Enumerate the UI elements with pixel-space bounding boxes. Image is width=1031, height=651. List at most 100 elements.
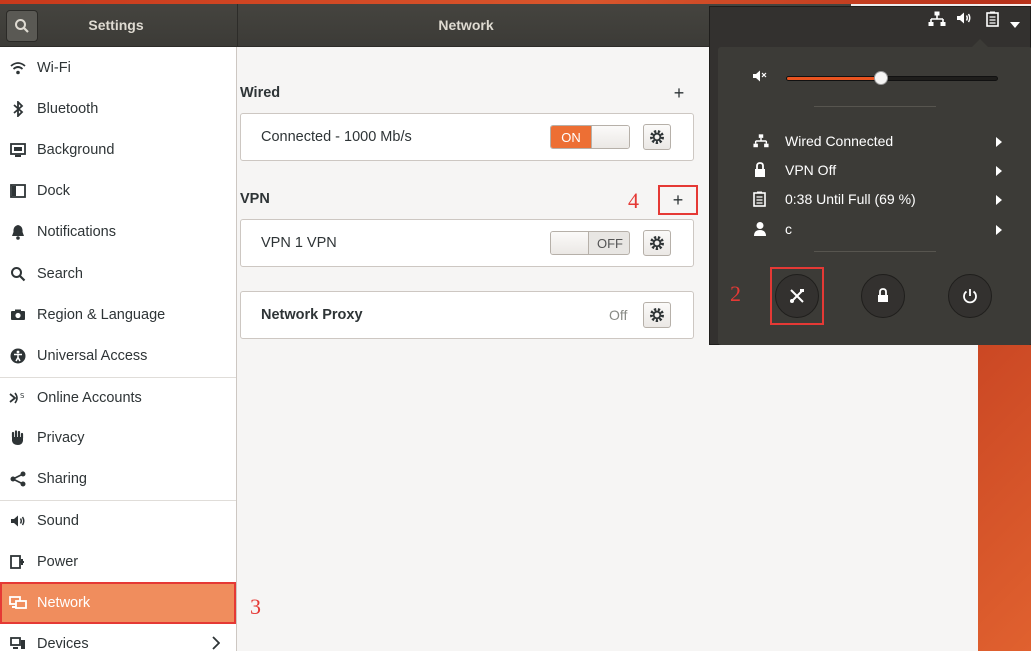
- sidebar-item-network[interactable]: Network: [0, 582, 236, 624]
- sidebar-item-sharing[interactable]: Sharing: [0, 459, 236, 500]
- chevron-right-icon: [212, 635, 221, 651]
- vpn-name-label: VPN 1 VPN: [261, 235, 337, 251]
- plus-icon: +: [673, 82, 685, 103]
- sidebar-item-notifications[interactable]: Notifications: [0, 212, 236, 253]
- wired-settings-button[interactable]: [643, 124, 671, 150]
- sidebar-item-label: Network: [37, 595, 91, 612]
- sidebar-item-background[interactable]: Background: [0, 129, 236, 170]
- battery-tray-icon[interactable]: [986, 11, 1000, 30]
- chevron-right-icon: [996, 192, 1002, 208]
- proxy-settings-button[interactable]: [643, 302, 671, 328]
- search-button[interactable]: [6, 10, 38, 42]
- wired-connection-row: Connected - 1000 Mb/s ON: [240, 113, 694, 161]
- settings-button[interactable]: [775, 274, 819, 318]
- gear-icon: [650, 236, 664, 250]
- vpn-section-title: VPN: [240, 191, 270, 207]
- share-icon: [9, 470, 27, 488]
- search-icon: [9, 265, 27, 283]
- hand-icon: [9, 429, 27, 447]
- user-icon: [753, 221, 767, 240]
- menu-item-label: 0:38 Until Full (69 %): [785, 191, 916, 207]
- wired-section-title: Wired: [240, 85, 281, 101]
- wired-toggle[interactable]: ON: [550, 125, 630, 149]
- svg-text:S: S: [20, 392, 25, 400]
- vpn-lock-icon: [753, 162, 767, 181]
- sidebar-item-power[interactable]: Power: [0, 541, 236, 582]
- toggle-knob: [551, 232, 589, 254]
- toggle-state-label: OFF: [597, 235, 623, 251]
- sidebar: Wi-Fi Bluetooth Background Dock Notifica…: [0, 47, 237, 651]
- system-menu-content: Wired Connected VPN Off 0:38 Until Full …: [718, 47, 1031, 345]
- lock-button[interactable]: [861, 274, 905, 318]
- network-icon: [753, 133, 769, 152]
- lock-icon: [878, 288, 888, 302]
- sidebar-item-label: Region & Language: [37, 306, 166, 323]
- bluetooth-icon: [9, 100, 27, 118]
- volume-slider[interactable]: [786, 76, 998, 81]
- search-icon: [15, 19, 29, 33]
- power-plug-icon: [9, 553, 27, 571]
- settings-title: Settings: [88, 17, 144, 33]
- settings-tools-icon: [790, 289, 804, 303]
- annotation-step-2: 2: [730, 281, 741, 306]
- sidebar-item-label: Notifications: [37, 224, 116, 241]
- menu-item-wired[interactable]: Wired Connected: [718, 127, 1031, 155]
- sidebar-item-label: Background: [37, 141, 115, 158]
- sidebar-item-bluetooth[interactable]: Bluetooth: [0, 88, 236, 129]
- system-menu: Wired Connected VPN Off 0:38 Until Full …: [709, 6, 1031, 345]
- accessibility-icon: [9, 347, 27, 365]
- camera-icon: [9, 306, 27, 324]
- chevron-right-icon: [996, 134, 1002, 150]
- sidebar-item-label: Sharing: [37, 471, 87, 488]
- sidebar-item-devices[interactable]: Devices: [0, 624, 236, 651]
- volume-slider-knob[interactable]: [873, 71, 888, 85]
- power-button[interactable]: [948, 274, 992, 318]
- menu-item-user[interactable]: c: [718, 215, 1031, 243]
- battery-icon: [753, 191, 767, 210]
- menu-item-label: VPN Off: [785, 162, 837, 178]
- toggle-knob: [591, 126, 629, 148]
- sidebar-item-label: Wi-Fi: [37, 59, 71, 76]
- gear-icon: [650, 308, 664, 322]
- vpn-settings-button[interactable]: [643, 230, 671, 256]
- proxy-label: Network Proxy: [261, 307, 363, 323]
- network-icon: [9, 594, 27, 612]
- online-accounts-icon: S: [9, 389, 27, 407]
- volume-muted-icon: [752, 69, 768, 86]
- speaker-icon: [9, 512, 27, 530]
- sidebar-item-online-accounts[interactable]: S Online Accounts: [0, 376, 236, 418]
- sidebar-item-label: Sound: [37, 513, 79, 530]
- bell-icon: [9, 223, 27, 241]
- sidebar-item-dock[interactable]: Dock: [0, 171, 236, 212]
- sidebar-item-label: Bluetooth: [37, 100, 99, 117]
- sidebar-item-label: Privacy: [37, 430, 85, 447]
- network-tray-icon[interactable]: [928, 11, 946, 30]
- sidebar-item-sound[interactable]: Sound: [0, 500, 236, 541]
- chevron-right-icon: [996, 222, 1002, 238]
- gear-icon: [650, 130, 664, 144]
- wifi-icon: [9, 59, 27, 77]
- sidebar-item-universal-access[interactable]: Universal Access: [0, 335, 236, 376]
- menu-separator: [814, 106, 936, 107]
- sidebar-item-region-language[interactable]: Region & Language: [0, 294, 236, 335]
- sidebar-item-label: Power: [37, 553, 79, 570]
- menu-item-label: Wired Connected: [785, 133, 894, 149]
- add-vpn-button[interactable]: +: [658, 185, 698, 215]
- sidebar-item-search[interactable]: Search: [0, 253, 236, 294]
- vpn-toggle[interactable]: OFF: [550, 231, 630, 255]
- volume-slider-fill: [787, 77, 882, 80]
- network-proxy-row[interactable]: Network Proxy Off: [240, 291, 694, 339]
- sidebar-item-label: Dock: [37, 183, 71, 200]
- wired-status-label: Connected - 1000 Mb/s: [261, 129, 412, 145]
- menu-item-battery[interactable]: 0:38 Until Full (69 %): [718, 185, 1031, 213]
- sidebar-item-label: Online Accounts: [37, 389, 142, 406]
- sidebar-item-privacy[interactable]: Privacy: [0, 418, 236, 459]
- add-wired-button[interactable]: +: [667, 81, 691, 105]
- menu-item-vpn[interactable]: VPN Off: [718, 156, 1031, 184]
- chevron-right-icon: [996, 163, 1002, 179]
- chevron-down-icon[interactable]: [1010, 15, 1020, 31]
- menu-item-label: c: [785, 221, 792, 237]
- volume-tray-icon[interactable]: [956, 11, 974, 28]
- sidebar-item-wifi[interactable]: Wi-Fi: [0, 47, 236, 88]
- toggle-state-label: ON: [551, 126, 591, 148]
